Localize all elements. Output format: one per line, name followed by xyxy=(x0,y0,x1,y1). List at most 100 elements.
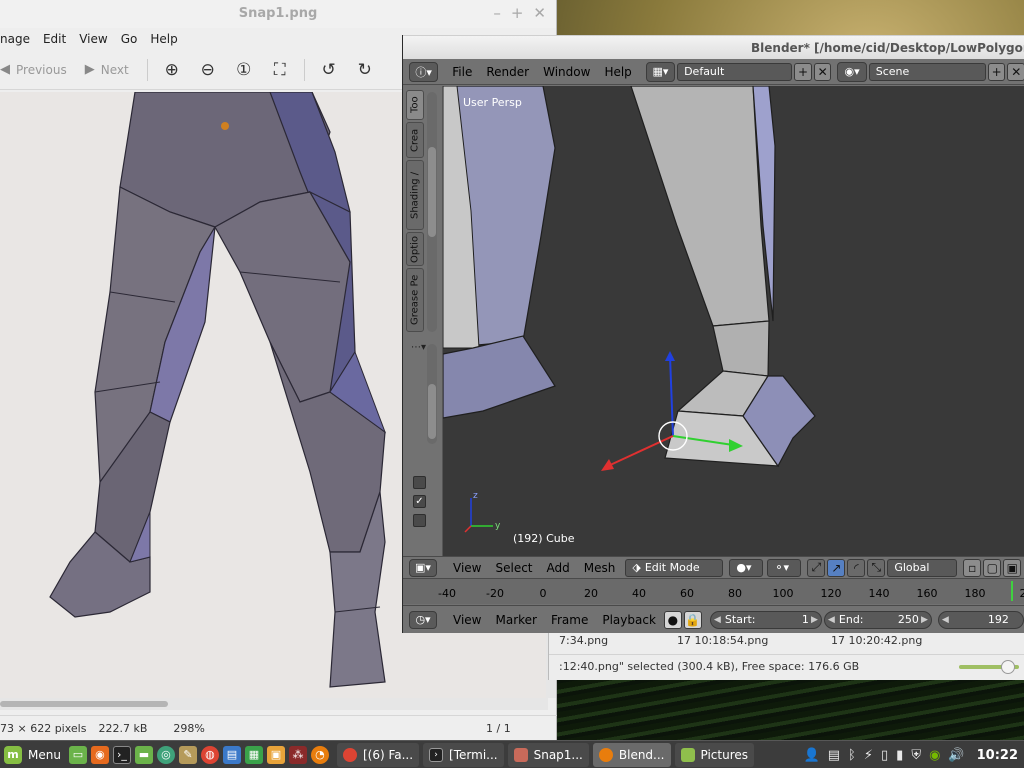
menu-add[interactable]: Add xyxy=(547,561,570,575)
close-icon[interactable]: ✕ xyxy=(533,4,546,22)
translate-icon[interactable]: ↗ xyxy=(827,558,846,577)
tab-grease-pencil[interactable]: Grease Pe xyxy=(406,268,424,332)
edge-select-icon[interactable]: ▢ xyxy=(983,558,1002,577)
chrome-launcher-icon[interactable]: ◍ xyxy=(200,745,219,764)
menu-frame[interactable]: Frame xyxy=(551,613,588,627)
remove-scene-icon[interactable]: ✕ xyxy=(1007,62,1024,81)
shading-selector[interactable]: ●▾ xyxy=(729,558,764,577)
previous-button[interactable]: ◀ Previous xyxy=(0,62,67,77)
impress-icon[interactable]: ▣ xyxy=(266,745,285,764)
current-frame-indicator[interactable] xyxy=(1011,581,1013,601)
menu-edit[interactable]: Edit xyxy=(43,30,66,48)
terminal-launcher-icon[interactable]: ›_ xyxy=(112,745,131,764)
face-select-icon[interactable]: ▣ xyxy=(1003,558,1022,577)
screen-layout-icon[interactable]: ▦▾ xyxy=(645,61,676,82)
zoom-out-icon[interactable]: ⊖ xyxy=(196,58,220,82)
task-pictures[interactable]: Pictures xyxy=(674,742,755,767)
timeline[interactable]: -40 -20 0 20 40 60 80 100 120 140 160 180 2 xyxy=(403,578,1024,604)
files-launcher-icon[interactable]: ▬ xyxy=(134,745,153,764)
menu-playback[interactable]: Playback xyxy=(602,613,656,627)
next-button[interactable]: ▶ Next xyxy=(85,62,129,77)
pivot-selector[interactable]: ⚬▾ xyxy=(767,558,802,577)
menu-image[interactable]: nage xyxy=(0,30,30,48)
tool-shelf-scrollbar[interactable] xyxy=(427,92,437,332)
tool-shelf-scrollbar-2[interactable] xyxy=(427,344,437,444)
viewer-titlebar[interactable]: Snap1.png – + ✕ xyxy=(0,0,556,28)
option-checkbox-checked[interactable]: ✓ xyxy=(413,495,426,508)
menu-marker[interactable]: Marker xyxy=(495,613,536,627)
firefox-icon[interactable]: ◉ xyxy=(90,745,109,764)
writer-icon[interactable]: ▤ xyxy=(222,745,241,764)
show-desktop-icon[interactable]: ▭ xyxy=(68,745,87,764)
option-checkbox[interactable] xyxy=(413,476,426,489)
rotate-left-icon[interactable]: ↺ xyxy=(317,58,341,82)
minimize-icon[interactable]: – xyxy=(493,4,501,22)
scene-icon[interactable]: ◉▾ xyxy=(837,61,867,82)
zoom-fit-icon[interactable]: ⛶ xyxy=(268,58,292,82)
file-row[interactable]: 7:34.png 17 10:18:54.png 17 10:20:42.png xyxy=(549,632,1024,650)
menu-select[interactable]: Select xyxy=(495,561,532,575)
blender-launcher-icon[interactable]: ◔ xyxy=(310,745,329,764)
option-checkbox[interactable] xyxy=(413,514,426,527)
increment-arrow-icon[interactable]: ▶ xyxy=(811,615,818,625)
manipulator-icon[interactable]: ⤢ xyxy=(807,558,826,577)
vertex-select-icon[interactable]: ▫ xyxy=(963,558,982,577)
gimp-icon[interactable]: ✎ xyxy=(178,745,197,764)
volume-icon[interactable]: 🔊 xyxy=(948,748,964,763)
menu-mesh[interactable]: Mesh xyxy=(584,561,616,575)
menu-help[interactable]: Help xyxy=(150,30,177,48)
tab-tools[interactable]: Too xyxy=(406,90,424,120)
expand-arrow-icon[interactable]: ⋯▾ xyxy=(411,342,426,353)
game-icon[interactable]: ⁂ xyxy=(288,745,307,764)
us-flag-icon[interactable]: ▤ xyxy=(828,748,840,763)
add-scene-icon[interactable]: + xyxy=(987,62,1006,81)
orientation-selector[interactable]: Global xyxy=(887,558,958,577)
decrement-arrow-icon[interactable]: ◀ xyxy=(714,615,721,625)
task-terminal[interactable]: › [Termi... xyxy=(423,742,504,767)
end-frame-field[interactable]: ◀ End: 250 ▶ xyxy=(823,610,932,629)
bluetooth-icon[interactable]: ᛒ xyxy=(848,748,856,763)
blender-titlebar[interactable]: Blender* [/home/cid/Desktop/LowPolygonMa xyxy=(403,35,1024,59)
user-icon[interactable]: 👤 xyxy=(804,748,820,763)
record-icon[interactable]: ● xyxy=(663,610,682,629)
timeline-editor-icon[interactable]: ◷▾ xyxy=(409,610,437,629)
menu-go[interactable]: Go xyxy=(121,30,138,48)
menu-window[interactable]: Window xyxy=(543,65,590,79)
viewer-horizontal-scrollbar[interactable] xyxy=(0,698,548,710)
nvidia-icon[interactable]: ◉ xyxy=(929,748,940,763)
menu-timeline-view[interactable]: View xyxy=(453,613,481,627)
menu-help[interactable]: Help xyxy=(604,65,631,79)
tab-shading[interactable]: Shading / xyxy=(406,160,424,230)
increment-arrow-icon[interactable]: ▶ xyxy=(921,615,928,625)
zoom-slider[interactable] xyxy=(959,660,1019,674)
current-frame-field[interactable]: ◀ 192 xyxy=(937,610,1024,629)
screen-layout-field[interactable]: Default xyxy=(677,62,793,81)
clock[interactable]: 10:22 xyxy=(977,748,1018,763)
start-menu-button[interactable]: m Menu xyxy=(0,745,69,764)
menu-file[interactable]: File xyxy=(452,65,472,79)
add-layout-icon[interactable]: + xyxy=(794,62,812,81)
calc-icon[interactable]: ▦ xyxy=(244,745,263,764)
shield-icon[interactable]: ⛨ xyxy=(911,748,921,763)
task-blender[interactable]: Blend... xyxy=(592,742,671,767)
menu-view[interactable]: View xyxy=(453,561,481,575)
rotate-icon[interactable]: ◜ xyxy=(847,558,866,577)
maximize-icon[interactable]: + xyxy=(511,4,524,22)
slider-knob[interactable] xyxy=(1001,660,1015,674)
remove-layout-icon[interactable]: ✕ xyxy=(813,62,832,81)
3d-viewport[interactable]: z y User Persp (192) Cube xyxy=(443,86,1024,556)
zoom-in-icon[interactable]: ⊕ xyxy=(160,58,184,82)
task-chrome[interactable]: [(6) Fa... xyxy=(336,742,420,767)
decrement-arrow-icon[interactable]: ◀ xyxy=(828,615,835,625)
clipboard-icon[interactable]: ▯ xyxy=(881,748,888,763)
tab-options[interactable]: Optio xyxy=(406,232,424,266)
chromium-icon[interactable]: ◎ xyxy=(156,745,175,764)
decrement-arrow-icon[interactable]: ◀ xyxy=(942,615,949,625)
mode-selector[interactable]: ⬗ Edit Mode xyxy=(625,558,724,577)
zoom-normal-icon[interactable]: ① xyxy=(232,58,256,82)
scene-field[interactable]: Scene xyxy=(868,62,986,81)
task-image-viewer[interactable]: Snap1... xyxy=(507,742,589,767)
timeline-ruler[interactable]: -40 -20 0 20 40 60 80 100 120 140 160 180 2 xyxy=(403,581,1024,601)
3d-view-editor-icon[interactable]: ▣▾ xyxy=(409,558,437,577)
tab-create[interactable]: Crea xyxy=(406,122,424,158)
